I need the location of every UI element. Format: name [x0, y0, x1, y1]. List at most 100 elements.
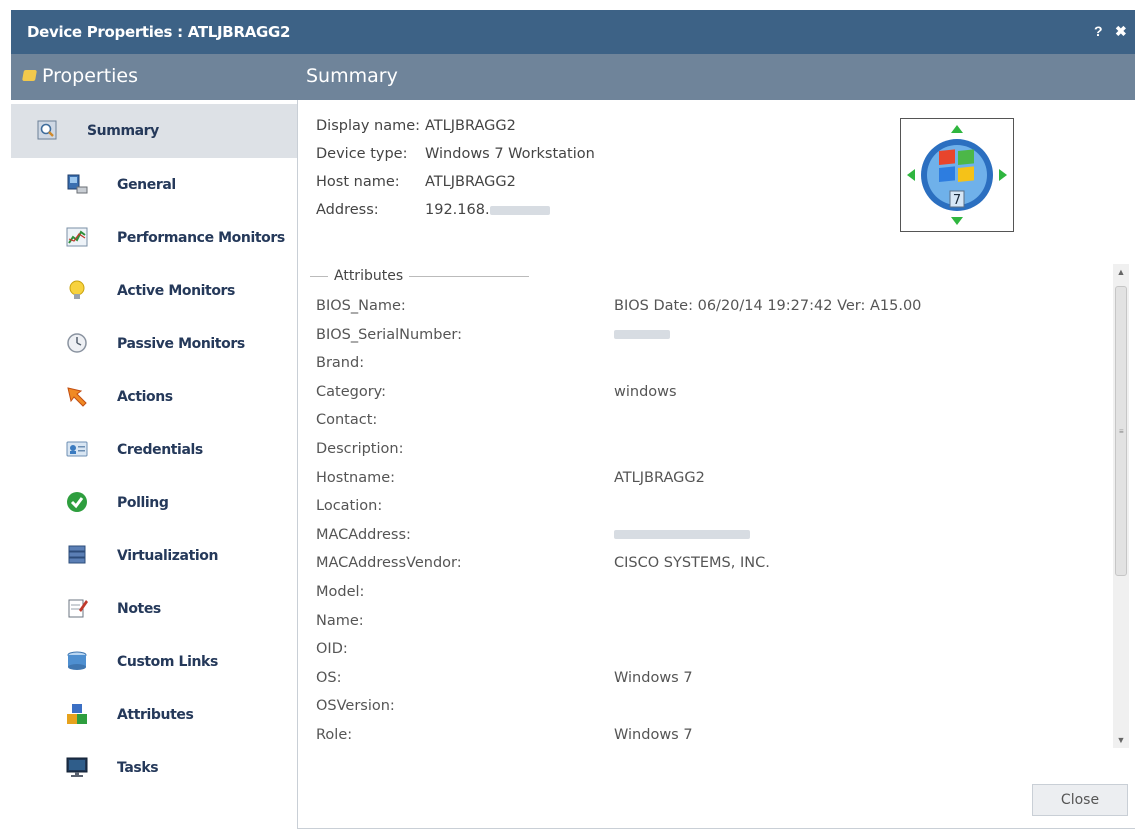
sidebar-item-custom-links[interactable]: Custom Links — [11, 635, 297, 689]
notepad-icon — [65, 596, 89, 620]
host-name-label: Host name: — [316, 174, 400, 190]
sidebar-item-notes[interactable]: Notes — [11, 582, 297, 636]
sidebar-item-tasks[interactable]: Tasks — [11, 741, 297, 795]
table-row: Name: — [316, 613, 1106, 642]
address-text: 192.168. — [425, 202, 490, 218]
table-row: Role: Windows 7 — [316, 727, 1106, 748]
table-row: Contact: — [316, 412, 1106, 441]
attribute-value: Windows 7 — [614, 669, 693, 686]
table-row: OID: — [316, 641, 1106, 670]
table-row: Brand: — [316, 355, 1106, 384]
monitor-icon — [65, 755, 89, 779]
device-type-value: Windows 7 Workstation — [425, 146, 595, 162]
sidebar-item-actions[interactable]: Actions — [11, 370, 297, 424]
grip-icon: ≡ — [1119, 427, 1124, 436]
close-button[interactable]: Close — [1032, 784, 1128, 816]
host-name-value: ATLJBRAGG2 — [425, 174, 516, 190]
properties-title: Properties — [42, 65, 139, 87]
sidebar-item-label: Virtualization — [117, 548, 219, 564]
attribute-value: ATLJBRAGG2 — [614, 469, 705, 486]
sidebar-item-label: Notes — [117, 601, 161, 617]
section-header: Properties Summary — [11, 54, 1135, 100]
sidebar-item-general[interactable]: General — [11, 158, 297, 212]
sidebar-item-label: Credentials — [117, 442, 203, 458]
table-row: BIOS_SerialNumber: — [316, 327, 1106, 356]
attribute-key: OSVersion: — [316, 698, 395, 715]
action-arrow-icon — [65, 384, 89, 408]
attribute-value: CISCO SYSTEMS, INC. — [614, 555, 770, 572]
attributes-scrollbar[interactable]: ▲ ≡ ▼ — [1113, 264, 1129, 748]
help-button[interactable]: ? — [1094, 23, 1103, 39]
attribute-key: OS: — [316, 669, 342, 686]
sidebar-item-attributes[interactable]: Attributes — [11, 688, 297, 742]
attribute-key: Role: — [316, 726, 353, 743]
address-label: Address: — [316, 202, 379, 218]
attributes-legend: Attributes — [310, 268, 530, 284]
display-name-label: Display name: — [316, 118, 421, 134]
sidebar-nav: Summary General Performance Monitors Act… — [11, 100, 297, 829]
redacted-text — [614, 530, 750, 540]
attribute-value — [614, 327, 670, 343]
sidebar-item-performance-monitors[interactable]: Performance Monitors — [11, 211, 297, 265]
computer-icon — [65, 172, 89, 196]
table-row: MACAddress: — [316, 527, 1106, 556]
attribute-key: MACAddressVendor: — [316, 555, 462, 572]
summary-icon — [35, 118, 59, 142]
lightbulb-icon — [65, 278, 89, 302]
attribute-value: BIOS Date: 06/20/14 19:27:42 Ver: A15.00 — [614, 298, 922, 314]
summary-section: Display name: ATLJBRAGG2 Device type: Wind… — [316, 118, 716, 230]
attributes-list: BIOS_Name: BIOS Date: 06/20/14 19:27:42 V… — [316, 298, 1106, 748]
attribute-value: Windows 7 — [614, 726, 693, 743]
attribute-key: Contact: — [316, 412, 378, 429]
sidebar-item-summary[interactable]: Summary — [11, 104, 297, 158]
sidebar-item-label: Custom Links — [117, 654, 218, 670]
attribute-key: Description: — [316, 440, 404, 457]
scrollbar-thumb[interactable]: ≡ — [1115, 286, 1127, 576]
clock-icon — [65, 331, 89, 355]
content-panel: Display name: ATLJBRAGG2 Device type: Wind… — [297, 100, 1135, 829]
sidebar-item-active-monitors[interactable]: Active Monitors — [11, 264, 297, 318]
table-row: OSVersion: — [316, 698, 1106, 727]
sidebar-item-label: General — [117, 177, 176, 193]
table-row: Category: windows — [316, 384, 1106, 413]
sidebar-item-label: Active Monitors — [117, 283, 235, 299]
table-row: Hostname: ATLJBRAGG2 — [316, 470, 1106, 499]
attribute-value: windows — [614, 383, 677, 400]
blocks-icon — [65, 702, 89, 726]
close-window-button[interactable]: ✖ — [1115, 23, 1127, 40]
sidebar-item-virtualization[interactable]: Virtualization — [11, 529, 297, 583]
windows-7-logo-icon: 7 — [907, 125, 1007, 225]
device-type-label: Device type: — [316, 146, 408, 162]
attribute-key: Location: — [316, 498, 383, 515]
attribute-value — [614, 527, 750, 543]
table-row: Description: — [316, 441, 1106, 470]
display-name-value: ATLJBRAGG2 — [425, 118, 516, 134]
sidebar-item-polling[interactable]: Polling — [11, 476, 297, 530]
table-row: Model: — [316, 584, 1106, 613]
properties-header: Properties — [22, 65, 139, 87]
links-icon — [65, 649, 89, 673]
attribute-key: Hostname: — [316, 469, 396, 486]
address-value: 192.168. — [425, 202, 550, 218]
sidebar-item-label: Actions — [117, 389, 173, 405]
window-title: Device Properties : ATLJBRAGG2 — [27, 23, 291, 41]
sidebar-item-credentials[interactable]: Credentials — [11, 423, 297, 477]
redacted-text — [489, 205, 550, 215]
table-row: BIOS_Name: BIOS Date: 06/20/14 19:27:42 V… — [316, 298, 1106, 327]
sidebar-item-label: Attributes — [117, 707, 194, 723]
sidebar-item-passive-monitors[interactable]: Passive Monitors — [11, 317, 297, 371]
scroll-up-arrow-icon[interactable]: ▲ — [1113, 264, 1129, 280]
attribute-key: OID: — [316, 641, 348, 658]
attributes-legend-label: Attributes — [334, 268, 404, 284]
sidebar-item-label: Summary — [87, 123, 159, 139]
scroll-down-arrow-icon[interactable]: ▼ — [1113, 732, 1129, 748]
attribute-key: MACAddress: — [316, 526, 411, 543]
attribute-key: BIOS_SerialNumber: — [316, 326, 462, 343]
attribute-key: Brand: — [316, 355, 365, 372]
table-row: MACAddressVendor: CISCO SYSTEMS, INC. — [316, 555, 1106, 584]
window-titlebar: Device Properties : ATLJBRAGG2 ? ✖ — [11, 10, 1135, 54]
checkmark-icon — [65, 490, 89, 514]
table-row: Location: — [316, 498, 1106, 527]
sidebar-item-label: Passive Monitors — [117, 336, 245, 352]
sidebar-item-label: Polling — [117, 495, 169, 511]
